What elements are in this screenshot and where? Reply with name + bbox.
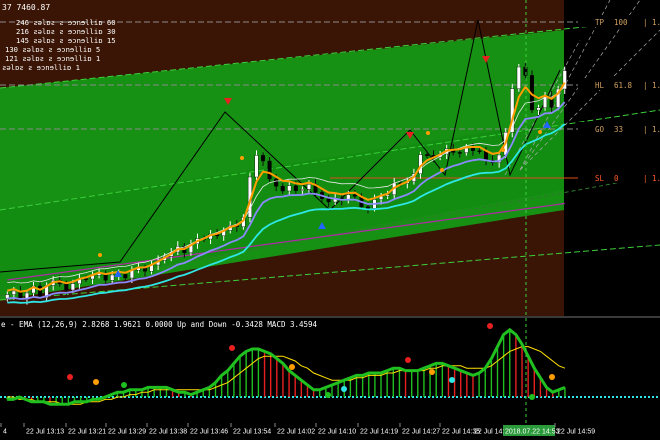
- candle-body: [280, 185, 285, 192]
- candle-body: [267, 160, 272, 180]
- level-percent: 33: [614, 125, 623, 134]
- indicator-label: e - EMA (12,26,9) 2.8268 1.9621 0.0000 U…: [1, 320, 318, 329]
- time-label: 22 Jul 13:54: [233, 429, 271, 436]
- time-label: 22 Jul 13:13: [26, 429, 64, 436]
- cross-dot: [121, 382, 127, 388]
- time-label: 22 Jul 14:59: [557, 429, 595, 436]
- price-readout: 37 7460.87: [2, 3, 50, 12]
- cross-dot: [67, 374, 73, 380]
- orange-dot: [501, 148, 505, 152]
- time-label: 22 Jul 13:29: [108, 429, 146, 436]
- candle-body: [365, 206, 370, 209]
- info-line: 145 ƨǝlɒƨ ƨ ɘɔnɘlliɒ 15: [16, 36, 116, 45]
- time-label: 22 Jul 14:: [474, 429, 504, 436]
- info-line: ƨǝlɒƨ ƨ ɘɔnɘlliɒ 1: [2, 63, 80, 72]
- cross-dot: [529, 394, 535, 400]
- candle-body: [123, 274, 128, 279]
- time-label: 22 Jul 14:27: [402, 429, 440, 436]
- candle-body: [464, 147, 469, 153]
- candle-body: [425, 154, 430, 156]
- candle-body: [38, 285, 43, 298]
- info-line: 130 ƨǝlɒƨ ƨ ɘɔnɘlliɒ 5: [5, 45, 100, 54]
- level-name: SL: [595, 174, 605, 183]
- candle-body: [306, 183, 311, 190]
- cross-dot: [429, 369, 435, 375]
- cross-dot: [325, 392, 331, 398]
- orange-dot: [426, 131, 430, 135]
- level-name: HL: [595, 81, 605, 90]
- time-axis-highlight-text: 2018.07.22 14:53: [505, 429, 560, 436]
- info-line: 246 ƨǝlɒƨ ƨ ɘɔnɘlliɒ 60: [16, 18, 116, 27]
- candle-body: [470, 147, 475, 151]
- time-label: 4: [3, 429, 7, 436]
- candle-body: [83, 278, 88, 280]
- level-percent: 0: [614, 174, 619, 183]
- info-line: 216 ƨǝlɒƨ ƨ ɘɔnɘlliɒ 30: [16, 27, 116, 36]
- time-label: 22 Jul 14:02: [277, 429, 315, 436]
- time-label: 22 Jul 13:21: [68, 429, 106, 436]
- time-label: 22 Jul 14:10: [318, 429, 356, 436]
- orange-dot: [538, 130, 542, 134]
- candle-body: [457, 152, 462, 154]
- panel-separator: [0, 316, 660, 318]
- candle-body: [523, 66, 528, 76]
- cross-dot: [289, 364, 295, 370]
- candle-body: [300, 189, 305, 191]
- cross-dot: [229, 345, 235, 351]
- candle-body: [293, 185, 298, 191]
- orange-dot: [98, 253, 102, 257]
- candle-body: [326, 198, 331, 203]
- candle-body: [64, 283, 69, 291]
- level-price: | 1.1: [643, 125, 660, 134]
- right-dark-panel: [564, 0, 660, 316]
- cross-dot: [449, 377, 455, 383]
- cross-dot: [341, 386, 347, 392]
- orange-dot: [440, 168, 444, 172]
- candle-body: [254, 155, 259, 178]
- level-name: GO: [595, 125, 605, 134]
- cross-dot: [93, 379, 99, 385]
- level-name: TP: [595, 18, 605, 27]
- level-price: | 1.4: [643, 18, 660, 27]
- level-percent: 100: [614, 18, 628, 27]
- cross-dot: [487, 323, 493, 329]
- time-label: 22 Jul 13:38: [149, 429, 187, 436]
- candle-body: [11, 290, 16, 295]
- level-price: | 1.2: [643, 81, 660, 90]
- candle-body: [477, 150, 482, 153]
- candle-body: [110, 274, 115, 281]
- candle-body: [352, 194, 357, 197]
- candle-body: [287, 185, 292, 192]
- level-price: | 1.2: [643, 174, 660, 183]
- level-percent: 61.8: [614, 81, 633, 90]
- cross-dot: [549, 374, 555, 380]
- candle-body: [274, 178, 279, 187]
- time-label: 22 Jul 13:46: [190, 429, 228, 436]
- orange-dot: [240, 156, 244, 160]
- trading-chart[interactable]: 37 7460.87 246 ƨǝlɒƨ ƨ ɘɔnɘlliɒ 60216 ƨǝ…: [0, 0, 660, 440]
- candle-body: [516, 66, 521, 89]
- indicator-background: [0, 318, 660, 423]
- candle-body: [536, 107, 541, 111]
- time-label: 22 Jul 14:19: [360, 429, 398, 436]
- candle-body: [261, 155, 266, 162]
- cross-dot: [405, 357, 411, 363]
- info-line: 121 ƨǝlɒƨ ƨ ɘɔnɘlliɒ 1: [5, 54, 100, 63]
- candle-body: [70, 283, 75, 291]
